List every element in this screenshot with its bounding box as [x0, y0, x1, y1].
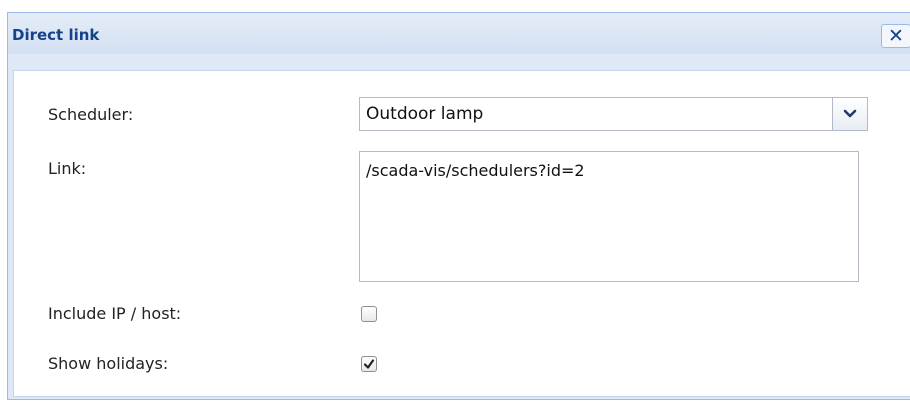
link-textarea[interactable]: [359, 151, 859, 282]
include-ip-label: Include IP / host:: [48, 304, 182, 323]
checkmark-icon: [363, 359, 375, 369]
scheduler-label: Scheduler:: [48, 105, 134, 124]
include-ip-checkbox[interactable]: [361, 306, 377, 322]
dialog-title: Direct link: [12, 26, 100, 44]
link-label: Link:: [48, 159, 87, 178]
close-icon: ✕: [888, 25, 904, 47]
direct-link-dialog: Direct link ✕ Scheduler: Outdoor lamp Li…: [7, 12, 910, 400]
show-holidays-checkbox[interactable]: [361, 356, 377, 372]
scheduler-dropdown-button[interactable]: [832, 97, 868, 131]
scheduler-selected-value: Outdoor lamp: [366, 104, 484, 124]
chevron-down-icon: [843, 109, 857, 118]
close-button[interactable]: ✕: [881, 24, 910, 48]
dialog-titlebar[interactable]: Direct link ✕: [8, 13, 910, 54]
form-panel: Scheduler: Outdoor lamp Link: Include IP…: [13, 70, 910, 397]
show-holidays-label: Show holidays:: [48, 354, 169, 373]
scheduler-select[interactable]: Outdoor lamp: [359, 97, 868, 131]
